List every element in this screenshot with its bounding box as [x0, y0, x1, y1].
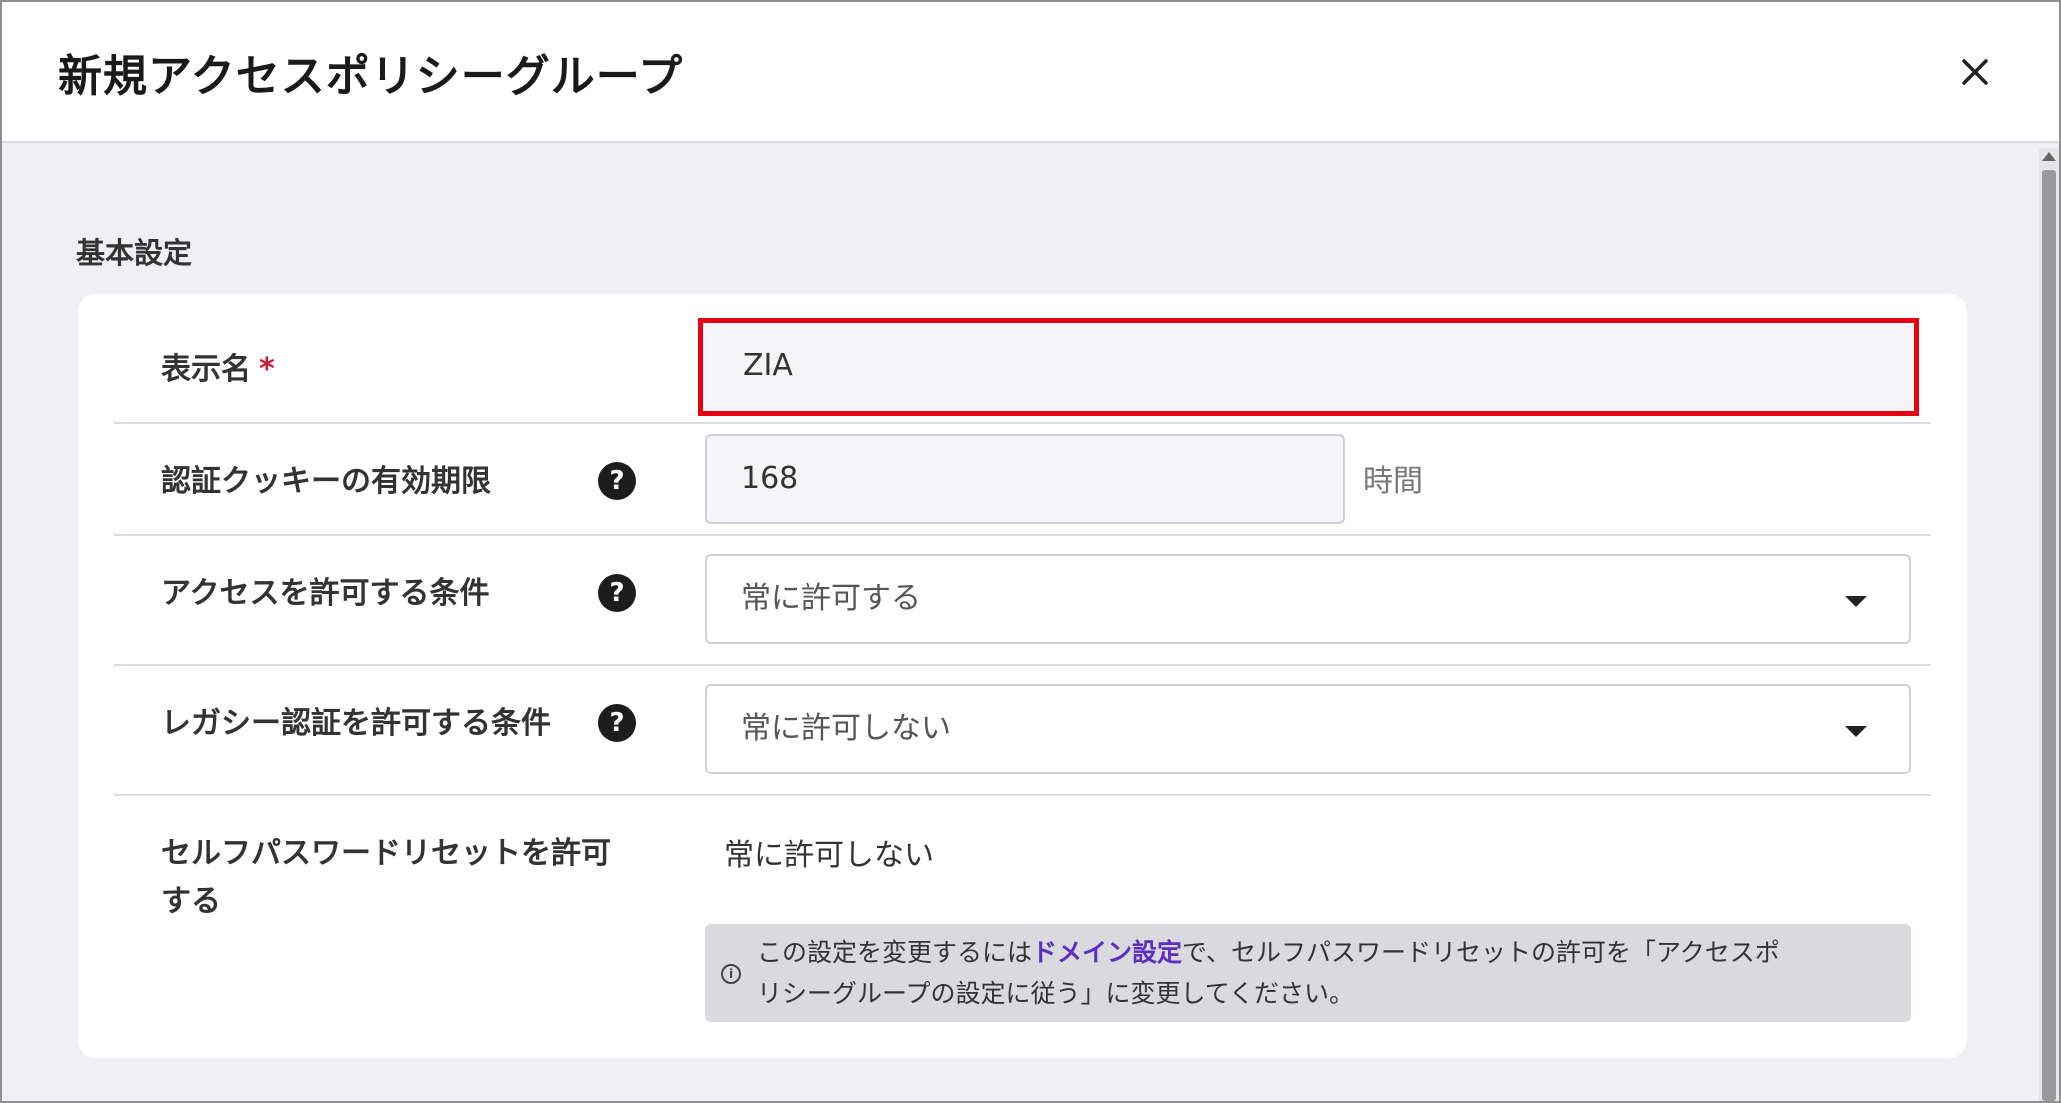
access-policy-group-dialog: 新規アクセスポリシーグループ 基本設定 表示名 * ZIA 認証クッキーの有効期限…	[0, 0, 2061, 1103]
self-password-reset-label-line1: セルフパスワードリセットを許可	[161, 836, 611, 871]
note-prefix: この設定を変更するには	[757, 938, 1033, 967]
row-divider	[114, 534, 1931, 536]
display-name-input[interactable]: ZIA	[698, 318, 1919, 416]
legacy-auth-condition-select[interactable]: 常に許可しない	[705, 684, 1911, 774]
note-line1: この設定を変更するにはドメイン設定で、セルフパスワードリセットの許可を「アクセス…	[757, 932, 1891, 973]
required-asterisk: *	[259, 352, 275, 387]
row-divider	[114, 794, 1931, 796]
cookie-expiry-input[interactable]: 168	[705, 434, 1345, 524]
row-divider	[114, 664, 1931, 666]
info-icon: i	[721, 964, 741, 984]
basic-settings-card: 表示名 * ZIA 認証クッキーの有効期限 ? 168 時間 アクセスを許可する条…	[78, 294, 1967, 1058]
section-title-basic-settings: 基本設定	[76, 236, 193, 270]
question-circle-icon[interactable]: ?	[598, 574, 636, 612]
cookie-expiry-label: 認証クッキーの有効期限	[161, 464, 491, 499]
dialog-title: 新規アクセスポリシーグループ	[58, 51, 684, 102]
access-condition-select[interactable]: 常に許可する	[705, 554, 1911, 644]
note-line1-suffix: で、セルフパスワードリセットの許可を「アクセスポ	[1182, 938, 1780, 967]
legacy-auth-condition-label: レガシー認証を許可する条件	[161, 706, 551, 741]
legacy-auth-condition-selected-value: 常に許可しない	[741, 711, 951, 746]
scroll-up-arrow-icon[interactable]	[2042, 152, 2056, 161]
chevron-down-icon	[1845, 596, 1867, 607]
access-condition-selected-value: 常に許可する	[741, 581, 921, 616]
question-circle-icon[interactable]: ?	[598, 704, 636, 742]
close-icon[interactable]	[1947, 44, 2003, 100]
display-name-label-text: 表示名	[161, 352, 251, 387]
self-password-reset-label: セルフパスワードリセットを許可 する	[161, 830, 611, 926]
self-password-reset-label-line2: する	[161, 884, 221, 919]
row-divider	[114, 422, 1931, 424]
dialog-header: 新規アクセスポリシーグループ	[2, 2, 2059, 143]
question-circle-icon[interactable]: ?	[598, 462, 636, 500]
display-name-label: 表示名 *	[161, 346, 275, 394]
scrollbar-thumb[interactable]	[2042, 170, 2056, 1101]
self-password-reset-value: 常に許可しない	[724, 838, 934, 873]
access-condition-label: アクセスを許可する条件	[161, 576, 490, 611]
cookie-expiry-unit: 時間	[1363, 464, 1423, 499]
vertical-scrollbar[interactable]	[2039, 148, 2059, 1101]
self-password-reset-note: i この設定を変更するにはドメイン設定で、セルフパスワードリセットの許可を「アク…	[705, 924, 1911, 1022]
chevron-down-icon	[1845, 726, 1867, 737]
domain-settings-link[interactable]: ドメイン設定	[1032, 938, 1182, 967]
note-line2: リシーグループの設定に従う」に変更してください。	[757, 979, 1355, 1008]
